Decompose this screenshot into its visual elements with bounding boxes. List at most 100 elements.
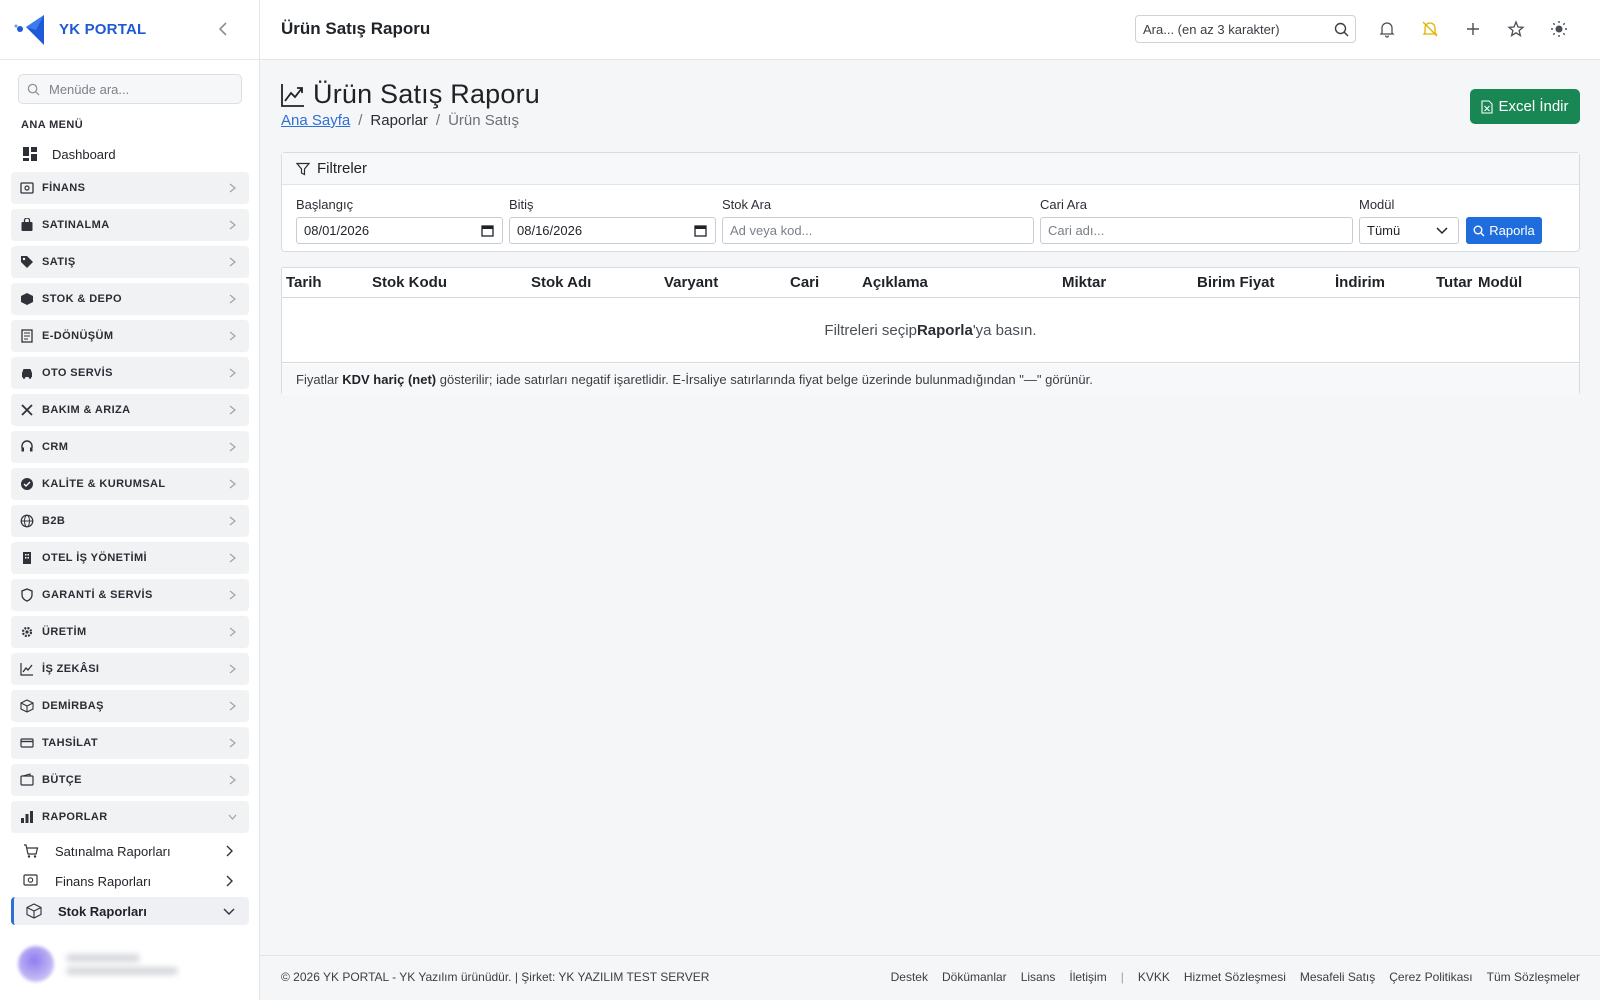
- empty-state-message: Filtreleri seçip Raporla 'ya basın.: [282, 298, 1579, 363]
- column-header[interactable]: İndirim: [1335, 274, 1385, 291]
- breadcrumb-separator: /: [435, 112, 441, 129]
- footer-copyright: © 2026 YK PORTAL - YK Yazılım ürünüdür. …: [281, 970, 710, 984]
- sidebar-group-uretim[interactable]: ÜRETİM: [11, 616, 249, 648]
- page-heading: Ürün Satış Raporu: [281, 79, 540, 110]
- chevron-right-icon: [229, 183, 236, 193]
- start-date-input[interactable]: 08/01/2026: [296, 217, 503, 244]
- tools-icon: [21, 404, 33, 416]
- global-search-input[interactable]: Ara... (en az 3 karakter): [1135, 15, 1356, 43]
- sidebar-group-label: FİNANS: [42, 182, 86, 194]
- column-header[interactable]: Tarih: [286, 274, 322, 291]
- footer-link-cerez[interactable]: Çerez Politikası: [1389, 970, 1472, 984]
- filters-header: Filtreler: [282, 153, 1579, 185]
- excel-download-button[interactable]: Excel İndir: [1470, 89, 1580, 124]
- sidebar-group-garanti-servis[interactable]: GARANTİ & SERVİS: [11, 579, 249, 611]
- menu-search-input[interactable]: Menüde ara...: [18, 74, 242, 104]
- account-search-input[interactable]: Cari adı...: [1040, 217, 1353, 244]
- module-select[interactable]: Tümü: [1359, 217, 1459, 244]
- sidebar-group-demirbas[interactable]: DEMİRBAŞ: [11, 690, 249, 722]
- sidebar-group-b2b[interactable]: B2B: [11, 505, 249, 537]
- sidebar-group-e-donusum[interactable]: E-DÖNÜŞÜM: [11, 320, 249, 352]
- bell-off-icon[interactable]: [1421, 20, 1439, 38]
- sidebar-group-crm[interactable]: CRM: [11, 431, 249, 463]
- sidebar-group-stok-depo[interactable]: STOK & DEPO: [11, 283, 249, 315]
- column-header[interactable]: Stok Kodu: [372, 274, 447, 291]
- gear-icon: [21, 626, 33, 638]
- footer-link-destek[interactable]: Destek: [891, 970, 928, 984]
- end-date-input[interactable]: 08/16/2026: [509, 217, 716, 244]
- breadcrumb-home-link[interactable]: Ana Sayfa: [281, 112, 350, 129]
- chevron-right-icon: [229, 331, 236, 341]
- credit-card-icon: [20, 738, 34, 748]
- raporla-button[interactable]: Raporla: [1466, 217, 1542, 244]
- footer-link-tum[interactable]: Tüm Sözleşmeler: [1487, 970, 1580, 984]
- column-header[interactable]: Birim Fiyat: [1197, 274, 1275, 291]
- sidebar-group-butce[interactable]: BÜTÇE: [11, 764, 249, 796]
- sidebar-group-is-zekasi[interactable]: İŞ ZEKÂSI: [11, 653, 249, 685]
- car-icon: [22, 369, 32, 379]
- column-header[interactable]: Miktar: [1062, 274, 1106, 291]
- brand[interactable]: YK PORTAL: [0, 0, 259, 60]
- footer-link-lisans[interactable]: Lisans: [1021, 970, 1056, 984]
- table-header: Tarih Stok Kodu Stok Adı Varyant Cari Aç…: [282, 268, 1579, 298]
- footer-link-mesafeli[interactable]: Mesafeli Satış: [1300, 970, 1375, 984]
- chevron-right-icon: [229, 516, 236, 526]
- sidebar-group-finans[interactable]: FİNANS: [11, 172, 249, 204]
- pricing-note: Fiyatlar KDV hariç (net) gösterilir; iad…: [282, 364, 1579, 395]
- bag-icon: [21, 218, 33, 231]
- column-header[interactable]: Modül: [1478, 274, 1522, 291]
- note-bold: KDV hariç (net): [342, 372, 437, 387]
- sidebar-group-label: BÜTÇE: [42, 774, 82, 786]
- footer-link-kvkk[interactable]: KVKK: [1138, 970, 1170, 984]
- sidebar-group-oto-servis[interactable]: OTO SERVİS: [11, 357, 249, 389]
- column-header[interactable]: Cari: [790, 274, 819, 291]
- stock-search-input[interactable]: Ad veya kod...: [722, 217, 1034, 244]
- chevron-right-icon: [229, 442, 236, 452]
- sidebar-group-satis[interactable]: SATIŞ: [11, 246, 249, 278]
- chevron-right-icon: [229, 294, 236, 304]
- chevron-right-icon: [229, 701, 236, 711]
- sidebar-item-finans-raporlari[interactable]: Finans Raporları: [11, 867, 249, 895]
- sidebar-item-stok-raporlari[interactable]: Stok Raporları: [11, 897, 249, 925]
- search-icon: [27, 83, 40, 96]
- chart-line-icon: [20, 663, 33, 676]
- user-card[interactable]: [0, 938, 259, 990]
- footer-link-dokumanlar[interactable]: Dökümanlar: [942, 970, 1007, 984]
- theme-sun-icon[interactable]: [1550, 20, 1568, 38]
- sidebar-item-satinalma-raporlari[interactable]: Satınalma Raporları: [11, 837, 249, 865]
- bell-icon[interactable]: [1378, 20, 1396, 38]
- chevron-right-icon: [229, 368, 236, 378]
- star-icon[interactable]: [1507, 20, 1525, 38]
- sidebar-group-otel[interactable]: OTEL İŞ YÖNETİMİ: [11, 542, 249, 574]
- sidebar-group-label: BAKIM & ARIZA: [42, 404, 131, 416]
- column-header[interactable]: Açıklama: [862, 274, 928, 291]
- sidebar-group-satinalma[interactable]: SATINALMA: [11, 209, 249, 241]
- cart-icon: [24, 844, 39, 858]
- sidebar-group-kalite-kurumsal[interactable]: KALİTE & KURUMSAL: [11, 468, 249, 500]
- column-header[interactable]: Tutar: [1436, 274, 1472, 291]
- calendar-icon[interactable]: [481, 224, 494, 237]
- chevron-right-icon: [226, 845, 233, 857]
- sidebar-group-label: ÜRETİM: [42, 626, 87, 638]
- sidebar-groups: FİNANS SATINALMA SATIŞ STOK & DEPO E-DÖN…: [11, 172, 249, 838]
- box-icon: [21, 293, 33, 305]
- headset-icon: [21, 440, 33, 452]
- collapse-sidebar-icon[interactable]: [215, 20, 233, 38]
- sidebar-group-bakim-ariza[interactable]: BAKIM & ARIZA: [11, 394, 249, 426]
- sidebar-item-dashboard[interactable]: Dashboard: [22, 143, 116, 165]
- chevron-down-icon: [223, 908, 235, 915]
- sidebar-group-raporlar[interactable]: RAPORLAR: [11, 801, 249, 833]
- breadcrumb-reports[interactable]: Raporlar: [370, 112, 428, 129]
- calendar-icon[interactable]: [694, 224, 707, 237]
- column-header[interactable]: Stok Adı: [531, 274, 591, 291]
- footer-link-iletisim[interactable]: İletişim: [1069, 970, 1106, 984]
- plus-icon[interactable]: [1464, 20, 1482, 38]
- sidebar-group-label: SATINALMA: [42, 219, 110, 231]
- empty-text-pre: Filtreleri seçip: [824, 321, 917, 339]
- sidebar-group-label: İŞ ZEKÂSI: [42, 663, 100, 675]
- sidebar-group-tahsilat[interactable]: TAHSİLAT: [11, 727, 249, 759]
- column-header[interactable]: Varyant: [664, 274, 718, 291]
- footer-link-hizmet[interactable]: Hizmet Sözleşmesi: [1184, 970, 1286, 984]
- logo-icon: [14, 14, 44, 45]
- cube-icon: [20, 699, 34, 713]
